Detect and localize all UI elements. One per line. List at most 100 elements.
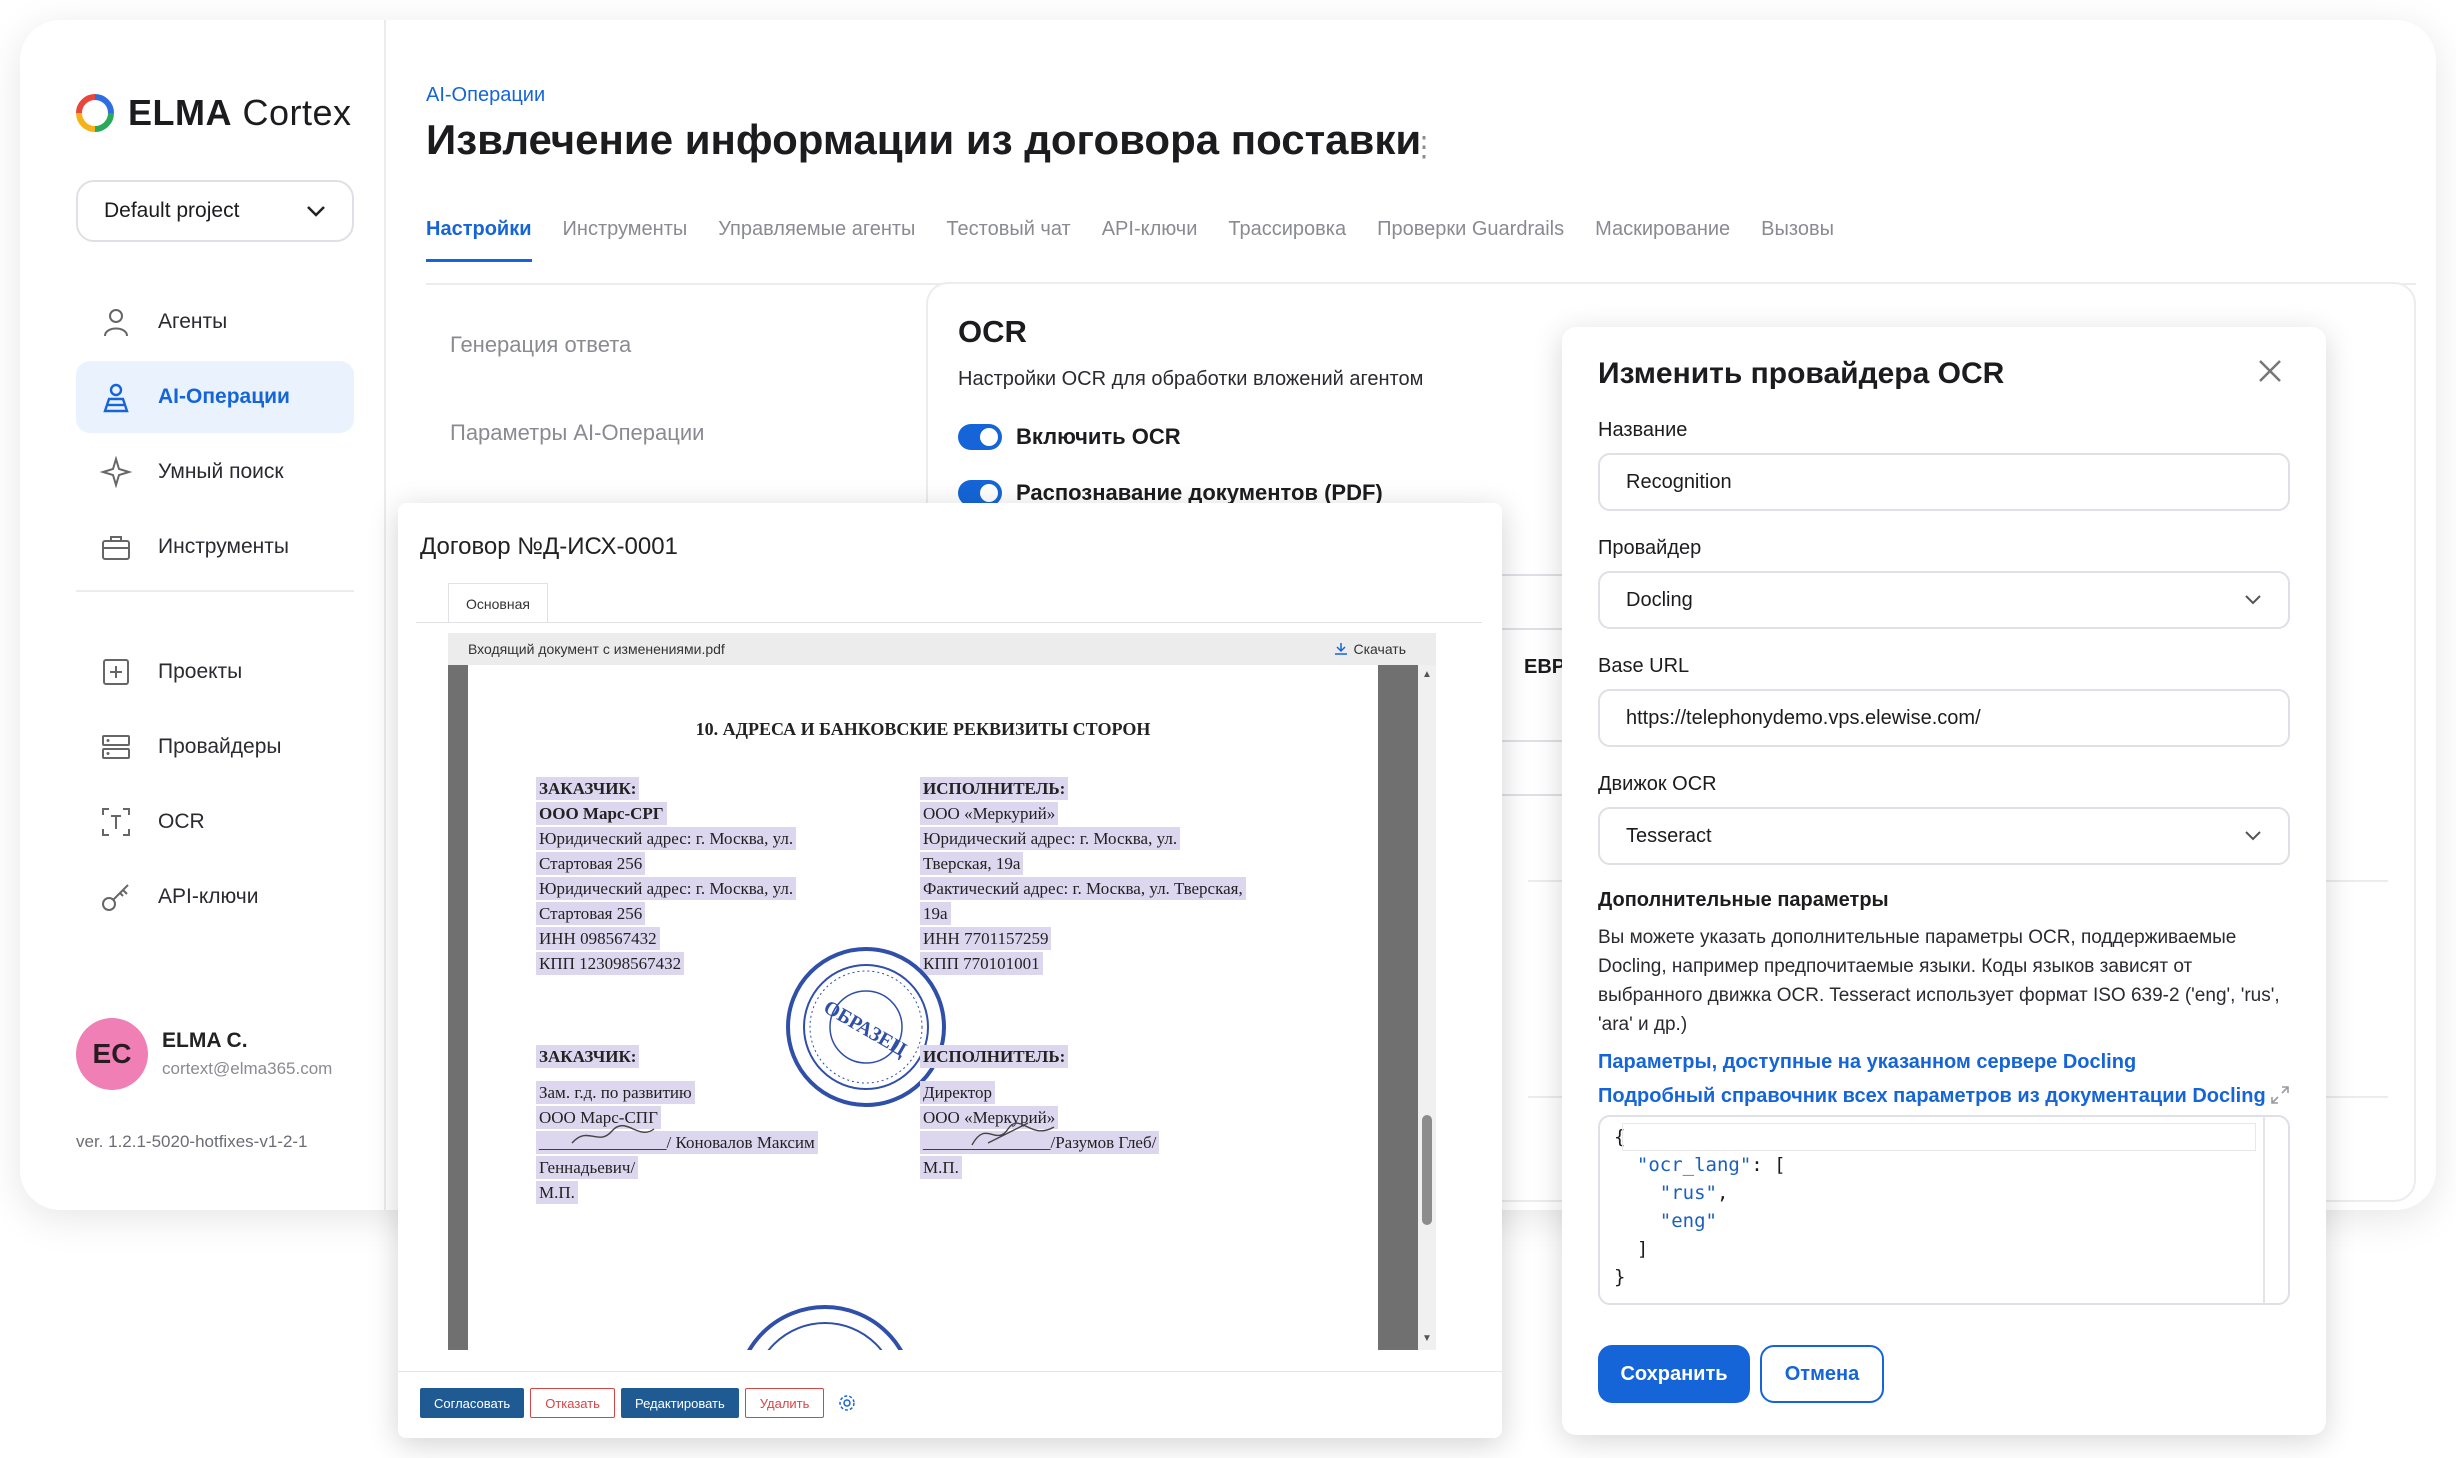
document-window: Договор №Д-ИСХ-0001 Основная Входящий до…: [398, 503, 1502, 1438]
editor-scrollbar[interactable]: [2263, 1117, 2265, 1303]
base-url-field[interactable]: https://telephonydemo.vps.elewise.com/: [1598, 689, 2290, 747]
tab-guardrails[interactable]: Проверки Guardrails: [1377, 218, 1564, 262]
pdf-scrollbar[interactable]: ▲ ▼: [1418, 665, 1436, 1350]
signature-image: [571, 1124, 655, 1144]
edit-ocr-provider-dialog: Изменить провайдера OCR Название Recogni…: [1562, 327, 2326, 1435]
name-label: Название: [1598, 419, 1688, 441]
more-options-icon[interactable]: ⋮: [1410, 130, 1438, 163]
project-select[interactable]: Default project: [76, 180, 354, 242]
logo[interactable]: ELMA Cortex: [76, 92, 352, 134]
scroll-up-icon[interactable]: ▲: [1422, 669, 1432, 680]
sidebar-item-label: AI-Операции: [158, 385, 290, 408]
pdf-text: Директор: [920, 1081, 995, 1104]
sidebar-item-label: Проекты: [158, 660, 243, 683]
tab-settings[interactable]: Настройки: [426, 218, 532, 262]
tab-test-chat[interactable]: Тестовый чат: [946, 218, 1070, 262]
tab-calls[interactable]: Вызовы: [1761, 218, 1834, 262]
page-title: Извлечение информации из договора постав…: [426, 116, 1422, 163]
docling-docs-link[interactable]: Подробный справочник всех параметров из …: [1598, 1085, 2266, 1108]
pdf-viewer[interactable]: 10. АДРЕСА И БАНКОВСКИЕ РЕКВИЗИТЫ СТОРОН…: [448, 665, 1418, 1350]
toggle-enable-ocr[interactable]: Включить OCR: [958, 424, 1181, 450]
name-field[interactable]: Recognition: [1598, 453, 2290, 511]
subnav-response-generation[interactable]: Генерация ответа: [450, 332, 631, 358]
gear-icon[interactable]: [838, 1394, 856, 1412]
project-select-value: Default project: [104, 199, 240, 222]
tab-tools[interactable]: Инструменты: [563, 218, 688, 262]
close-icon[interactable]: [2256, 357, 2284, 385]
sidebar-item-label: OCR: [158, 810, 205, 833]
pdf-page: 10. АДРЕСА И БАНКОВСКИЕ РЕКВИЗИТЫ СТОРОН…: [468, 665, 1378, 1350]
tab-managed-agents[interactable]: Управляемые агенты: [718, 218, 915, 262]
tab-masking[interactable]: Маскирование: [1595, 218, 1730, 262]
extra-params-editor[interactable]: { "ocr_lang": [ "rus", "eng" ] }: [1598, 1115, 2290, 1305]
document-tab-divider: [416, 622, 1482, 623]
sidebar-item-ocr[interactable]: OCR: [76, 786, 354, 858]
pdf-text: ИНН 098567432: [536, 927, 660, 950]
pdf-text: Зам. г.д. по развитию: [536, 1081, 695, 1104]
approve-button[interactable]: Согласовать: [420, 1388, 525, 1418]
stamp-image: [747, 1305, 903, 1350]
pdf-toolbar: Входящий документ с изменениями.pdf Скач…: [448, 633, 1436, 665]
pdf-heading: 10. АДРЕСА И БАНКОВСКИЕ РЕКВИЗИТЫ СТОРОН: [695, 719, 1151, 739]
cancel-button[interactable]: Отмена: [1760, 1345, 1884, 1403]
pdf-text: ИСПОЛНИТЕЛЬ:: [920, 777, 1069, 800]
toggle-switch[interactable]: [958, 424, 1002, 450]
pdf-text: ЗАКАЗЧИК:: [536, 1045, 640, 1068]
save-button[interactable]: Сохранить: [1598, 1345, 1750, 1403]
elma-logo-icon: [76, 94, 114, 132]
extra-params-description: Вы можете указать дополнительные парамет…: [1598, 927, 2280, 1035]
document-footer-divider: [398, 1371, 1502, 1372]
subnav-ai-operation-params[interactable]: Параметры AI-Операции: [450, 420, 704, 446]
sidebar-item-projects[interactable]: Проекты: [76, 636, 354, 708]
pdf-text: Юридический адрес: г. Москва, ул.: [536, 877, 797, 900]
provider-label: Провайдер: [1598, 537, 1702, 559]
sidebar-item-label: Провайдеры: [158, 735, 282, 758]
pdf-text: ООО Марс-СРГ: [536, 802, 667, 825]
scrollbar-thumb[interactable]: [1422, 1115, 1432, 1225]
base-url-label: Base URL: [1598, 655, 1690, 677]
delete-button[interactable]: Удалить: [744, 1388, 825, 1418]
tab-tracing[interactable]: Трассировка: [1228, 218, 1346, 262]
scroll-down-icon[interactable]: ▼: [1422, 1333, 1432, 1344]
download-icon: [1334, 643, 1347, 655]
avatar: EC: [76, 1018, 148, 1090]
user-profile[interactable]: EC ELMA C. cortext@elma365.com: [76, 1018, 332, 1090]
pdf-text: КПП 123098567432: [536, 952, 685, 975]
pdf-text: Геннадьевич/: [536, 1156, 639, 1179]
reject-button[interactable]: Отказать: [530, 1388, 615, 1418]
ocr-engine-label: Движок OCR: [1598, 773, 1717, 795]
sidebar: ELMA Cortex Default project Агенты AI-Оп…: [20, 20, 386, 1210]
pdf-text: 19а: [920, 902, 951, 925]
expand-icon[interactable]: [2270, 1085, 2290, 1105]
pdf-text: Юридический адрес: г. Москва, ул.: [536, 827, 797, 850]
toolbox-icon: [98, 529, 134, 565]
docling-server-params-link[interactable]: Параметры, доступные на указанном сервер…: [1598, 1051, 2136, 1074]
version-label: ver. 1.2.1-5020-hotfixes-v1-2-1: [76, 1132, 308, 1151]
tab-main[interactable]: Основная: [448, 583, 548, 623]
tab-bar: Настройки Инструменты Управляемые агенты…: [426, 218, 1834, 262]
pdf-text: Юридический адрес: г. Москва, ул.: [920, 827, 1181, 850]
ocr-subtitle: Настройки OCR для обработки вложений аге…: [958, 368, 1424, 390]
sidebar-item-tools[interactable]: Инструменты: [76, 511, 354, 583]
projects-icon: [98, 654, 134, 690]
sidebar-item-agents[interactable]: Агенты: [76, 286, 354, 358]
sidebar-item-providers[interactable]: Провайдеры: [76, 711, 354, 783]
pdf-text: Стартовая 256: [536, 902, 646, 925]
download-button[interactable]: Скачать: [1334, 641, 1406, 657]
providers-icon: [98, 729, 134, 765]
pdf-text: ИСПОЛНИТЕЛЬ:: [920, 1045, 1069, 1068]
sidebar-item-ai-operations[interactable]: AI-Операции: [76, 361, 354, 433]
chevron-down-icon: [307, 206, 325, 217]
breadcrumb[interactable]: AI-Операции: [426, 84, 545, 107]
sidebar-item-api-keys[interactable]: API-ключи: [76, 861, 354, 933]
pdf-text: ЗАКАЗЧИК:: [536, 777, 640, 800]
agent-icon: [98, 304, 134, 340]
edit-button[interactable]: Редактировать: [620, 1388, 739, 1418]
provider-select[interactable]: Docling: [1598, 571, 2290, 629]
sidebar-item-smart-search[interactable]: Умный поиск: [76, 436, 354, 508]
extra-params-heading: Дополнительные параметры: [1598, 889, 1889, 911]
pdf-text: М.П.: [920, 1156, 962, 1179]
user-email: cortext@elma365.com: [162, 1059, 333, 1078]
tab-api-keys[interactable]: API-ключи: [1102, 218, 1198, 262]
ocr-engine-select[interactable]: Tesseract: [1598, 807, 2290, 865]
